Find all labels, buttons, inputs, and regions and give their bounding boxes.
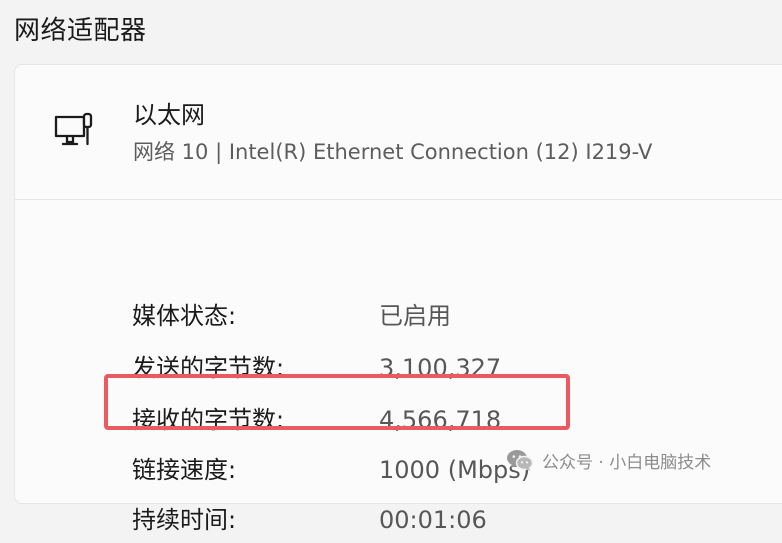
property-label: 链接速度: <box>132 456 237 484</box>
property-label: 媒体状态: <box>132 302 237 330</box>
property-value: 已启用 <box>379 302 451 330</box>
watermark-text: 公众号 · 小白电脑技术 <box>542 452 712 473</box>
property-label: 持续时间: <box>132 506 237 534</box>
adapter-card: 以太网 网络 10 | Intel(R) Ethernet Connection… <box>14 64 782 534</box>
adapter-name: 以太网 <box>133 101 205 129</box>
link-speed-highlight <box>104 374 570 430</box>
adapter-header[interactable]: 以太网 网络 10 | Intel(R) Ethernet Connection… <box>15 65 782 200</box>
property-value: 00:01:06 <box>379 506 487 534</box>
ethernet-icon <box>54 112 93 146</box>
property-duration: 持续时间: 00:01:06 <box>15 495 782 543</box>
wechat-icon <box>507 450 534 471</box>
adapter-description: 网络 10 | Intel(R) Ethernet Connection (12… <box>133 140 653 164</box>
property-media-status: 媒体状态: 已启用 <box>15 291 782 339</box>
section-title: 网络适配器 <box>14 16 147 46</box>
watermark: 公众号 · 小白电脑技术 <box>506 444 711 476</box>
